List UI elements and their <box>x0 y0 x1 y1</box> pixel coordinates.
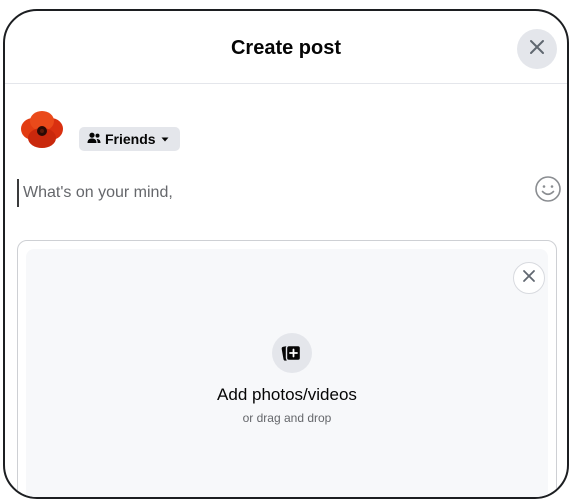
create-post-dialog: Create post Friends What's on your mind,… <box>3 9 569 499</box>
emoji-button[interactable] <box>533 174 563 204</box>
dialog-header: Create post <box>5 11 567 84</box>
post-composer-input[interactable] <box>17 179 443 207</box>
remove-media-button[interactable] <box>513 262 545 294</box>
close-icon <box>522 269 536 288</box>
close-dialog-button[interactable] <box>517 29 557 69</box>
media-upload-card: Add photos/videos or drag and drop <box>17 240 557 497</box>
poppy-flower-avatar <box>17 107 67 157</box>
audience-selector[interactable]: Friends <box>79 127 180 151</box>
friends-icon <box>87 131 101 147</box>
add-photos-label: Add photos/videos <box>217 385 357 404</box>
audience-label: Friends <box>105 131 156 147</box>
smiley-icon <box>533 176 563 208</box>
add-photo-icon <box>272 333 312 373</box>
dialog-title: Create post <box>230 37 342 59</box>
close-icon <box>527 37 547 62</box>
avatar[interactable] <box>17 107 67 157</box>
media-drop-zone[interactable]: Add photos/videos or drag and drop <box>26 249 548 497</box>
caret-down-icon <box>160 131 170 147</box>
drag-drop-hint: or drag and drop <box>242 411 332 425</box>
